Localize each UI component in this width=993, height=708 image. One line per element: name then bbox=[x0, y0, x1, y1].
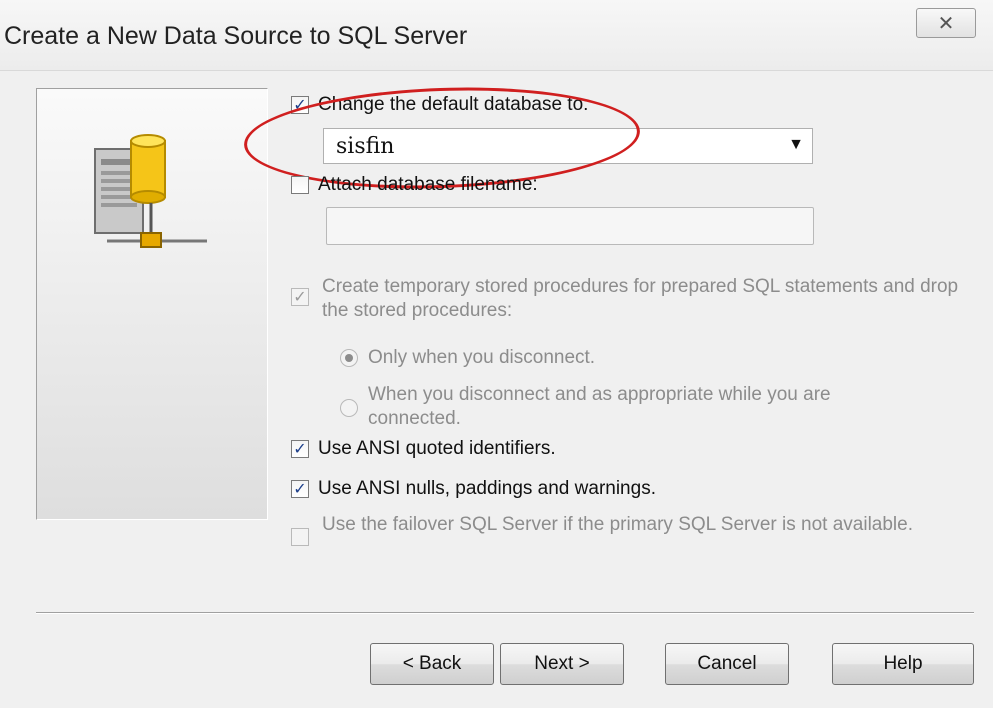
failover-checkbox[interactable] bbox=[291, 528, 309, 546]
attach-db-label: Attach database filename: bbox=[318, 174, 538, 195]
attach-db-filename-field[interactable] bbox=[326, 207, 814, 245]
create-temp-procs-checkbox[interactable]: ✓ bbox=[291, 288, 309, 306]
radio-disconnect-appropriate-label: When you disconnect and as appropriate w… bbox=[368, 384, 831, 429]
database-server-icon bbox=[94, 134, 207, 248]
chevron-down-icon: ▼ bbox=[788, 136, 804, 153]
create-temp-procs-label: Create temporary stored procedures for p… bbox=[322, 276, 959, 321]
back-button[interactable]: < Back bbox=[370, 643, 494, 685]
radio-only-disconnect[interactable] bbox=[340, 349, 358, 367]
radio-only-disconnect-label: Only when you disconnect. bbox=[368, 347, 596, 368]
ansi-quoted-label: Use ANSI quoted identifiers. bbox=[318, 438, 556, 459]
cancel-button[interactable]: Cancel bbox=[665, 643, 789, 685]
wizard-image-panel bbox=[36, 88, 268, 520]
ansi-nulls-checkbox[interactable]: ✓ bbox=[291, 480, 309, 498]
ansi-nulls-label: Use ANSI nulls, paddings and warnings. bbox=[318, 478, 656, 499]
ansi-quoted-checkbox[interactable]: ✓ bbox=[291, 440, 309, 458]
change-default-db-label: Change the default database to: bbox=[318, 94, 589, 115]
attach-db-checkbox[interactable] bbox=[291, 176, 309, 194]
failover-label: Use the failover SQL Server if the prima… bbox=[322, 514, 914, 535]
close-button[interactable]: ✕ bbox=[916, 8, 976, 38]
window-title: Create a New Data Source to SQL Server bbox=[4, 22, 468, 50]
title-bar: Create a New Data Source to SQL Server ✕ bbox=[0, 0, 993, 71]
help-button[interactable]: Help bbox=[832, 643, 974, 685]
separator-line bbox=[36, 612, 974, 614]
radio-disconnect-appropriate[interactable] bbox=[340, 399, 358, 417]
default-database-value: sisfin bbox=[336, 134, 395, 159]
change-default-db-checkbox[interactable]: ✓ bbox=[291, 96, 309, 114]
next-button[interactable]: Next > bbox=[500, 643, 624, 685]
close-icon: ✕ bbox=[937, 12, 955, 35]
default-database-dropdown[interactable]: sisfin ▼ bbox=[323, 128, 813, 164]
